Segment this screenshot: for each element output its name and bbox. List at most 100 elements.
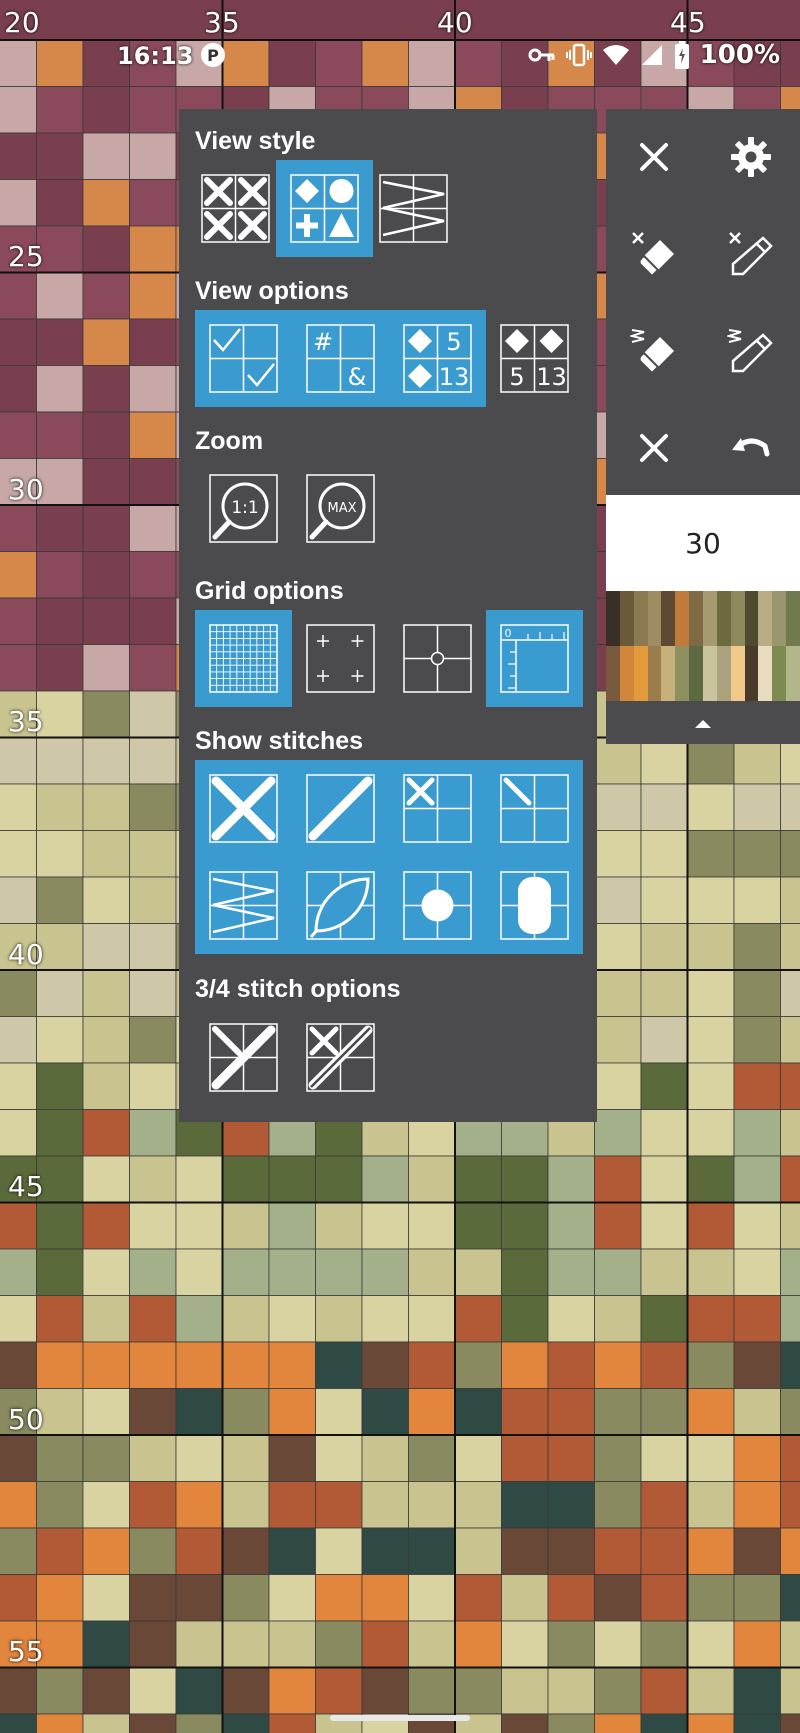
show-petite-stitch[interactable] [486,760,583,857]
view-option-diamond-split[interactable]: 5 13 [486,310,583,407]
clear-selection-button[interactable] [606,400,703,497]
chart-cell [222,1527,270,1575]
chart-cell [36,876,84,924]
palette-swatch[interactable] [689,591,703,646]
show-quarter-stitch[interactable] [389,760,486,857]
view-style-zigzag[interactable] [365,160,462,257]
check-grid-icon [209,324,278,393]
backstitch-zigzag-icon [209,871,278,940]
palette-swatch[interactable] [606,591,620,646]
close-button[interactable] [606,109,703,206]
show-backstitch[interactable] [195,857,292,954]
chart-cell [547,1527,595,1575]
palette-swatch[interactable] [786,646,800,701]
chart-cell [315,1667,363,1715]
three-quarter-short-option[interactable] [292,1009,389,1106]
chart-cell [129,1341,177,1389]
palette-swatch[interactable] [647,591,662,646]
palette-swatch[interactable] [758,591,773,646]
chart-cell [640,969,688,1017]
view-option-hash[interactable]: # & [292,310,389,407]
chart-cell [129,365,177,413]
palette-swatch[interactable] [758,646,773,701]
chart-cell [733,830,781,878]
chart-cell [129,179,177,227]
palette-swatch[interactable] [716,591,731,646]
chart-cell [36,1527,84,1575]
ruler-grid-icon: 0 [500,624,569,693]
palette-swatch[interactable] [619,591,634,646]
palette-swatch[interactable] [619,646,634,701]
chart-cell [408,1574,456,1622]
zoom-1to1-button[interactable]: 1:1 [195,460,292,557]
eraser-backstitch-button[interactable] [606,303,703,400]
chart-cell [547,1341,595,1389]
chart-cell [315,1341,363,1389]
palette-swatch[interactable] [675,646,690,701]
axis-left-35: 35 [8,705,44,738]
chart-cell [361,1481,409,1529]
wifi-icon [602,45,629,65]
chart-cell [36,1434,84,1482]
palette-swatch[interactable] [689,646,703,701]
chart-cell [687,1341,735,1389]
palette-swatch[interactable] [744,591,759,646]
grid-option-ruler[interactable]: 0 [486,610,583,707]
palette-swatch[interactable] [675,591,690,646]
palette-swatch[interactable] [730,591,745,646]
show-lazy-daisy[interactable] [292,857,389,954]
zoom-max-icon: MAX [306,474,375,543]
palette-swatch[interactable] [716,646,731,701]
chart-cell [640,923,688,971]
eraser-cross-button[interactable] [606,206,703,303]
zoom-max-button[interactable]: MAX [292,460,389,557]
palette-swatch[interactable] [702,646,717,701]
palette-swatch[interactable] [772,591,787,646]
chart-cell [129,132,177,180]
view-option-checks[interactable] [195,310,292,407]
palette-swatch[interactable] [786,591,800,646]
chart-cell [454,1434,502,1482]
palette-swatch[interactable] [744,646,759,701]
palette-swatch[interactable] [661,646,676,701]
view-option-diamond-numbers[interactable]: 5 13 [389,310,486,407]
settings-button[interactable] [703,109,800,206]
gesture-nav-bar[interactable] [330,1715,470,1721]
show-full-stitch[interactable] [195,760,292,857]
chart-cell [0,1062,37,1110]
chart-cell [780,1713,800,1733]
chart-cell [82,504,130,552]
color-palette[interactable] [606,591,800,701]
palette-swatch[interactable] [661,591,676,646]
expand-palette-button[interactable] [606,701,800,744]
tools-panel: 30 [606,109,800,744]
chart-cell [268,1481,316,1529]
three-quarter-long-option[interactable] [195,1009,292,1106]
zigzag-style-icon [379,174,448,243]
chart-cell [82,737,130,785]
chart-cell [594,923,642,971]
palette-swatch[interactable] [633,646,648,701]
quarter-stitch-icon [403,774,472,843]
grid-option-crosshair[interactable] [389,610,486,707]
chart-cell [687,1248,735,1296]
show-french-knot[interactable] [389,857,486,954]
show-bead[interactable] [486,857,583,954]
undo-button[interactable] [703,400,800,497]
show-half-stitch[interactable] [292,760,389,857]
pencil-cross-button[interactable] [703,206,800,303]
pencil-backstitch-button[interactable] [703,303,800,400]
zoom-1to1-label: 1:1 [231,498,258,518]
palette-swatch[interactable] [633,591,648,646]
view-style-symbols[interactable] [276,160,373,257]
palette-swatch[interactable] [606,646,620,701]
view-style-cross[interactable] [187,160,284,257]
chart-cell [0,551,37,599]
chart-cell [36,504,84,552]
palette-swatch[interactable] [772,646,787,701]
palette-swatch[interactable] [730,646,745,701]
grid-option-plus[interactable] [292,610,389,707]
palette-swatch[interactable] [647,646,662,701]
palette-swatch[interactable] [702,591,717,646]
grid-option-fine[interactable] [195,610,292,707]
